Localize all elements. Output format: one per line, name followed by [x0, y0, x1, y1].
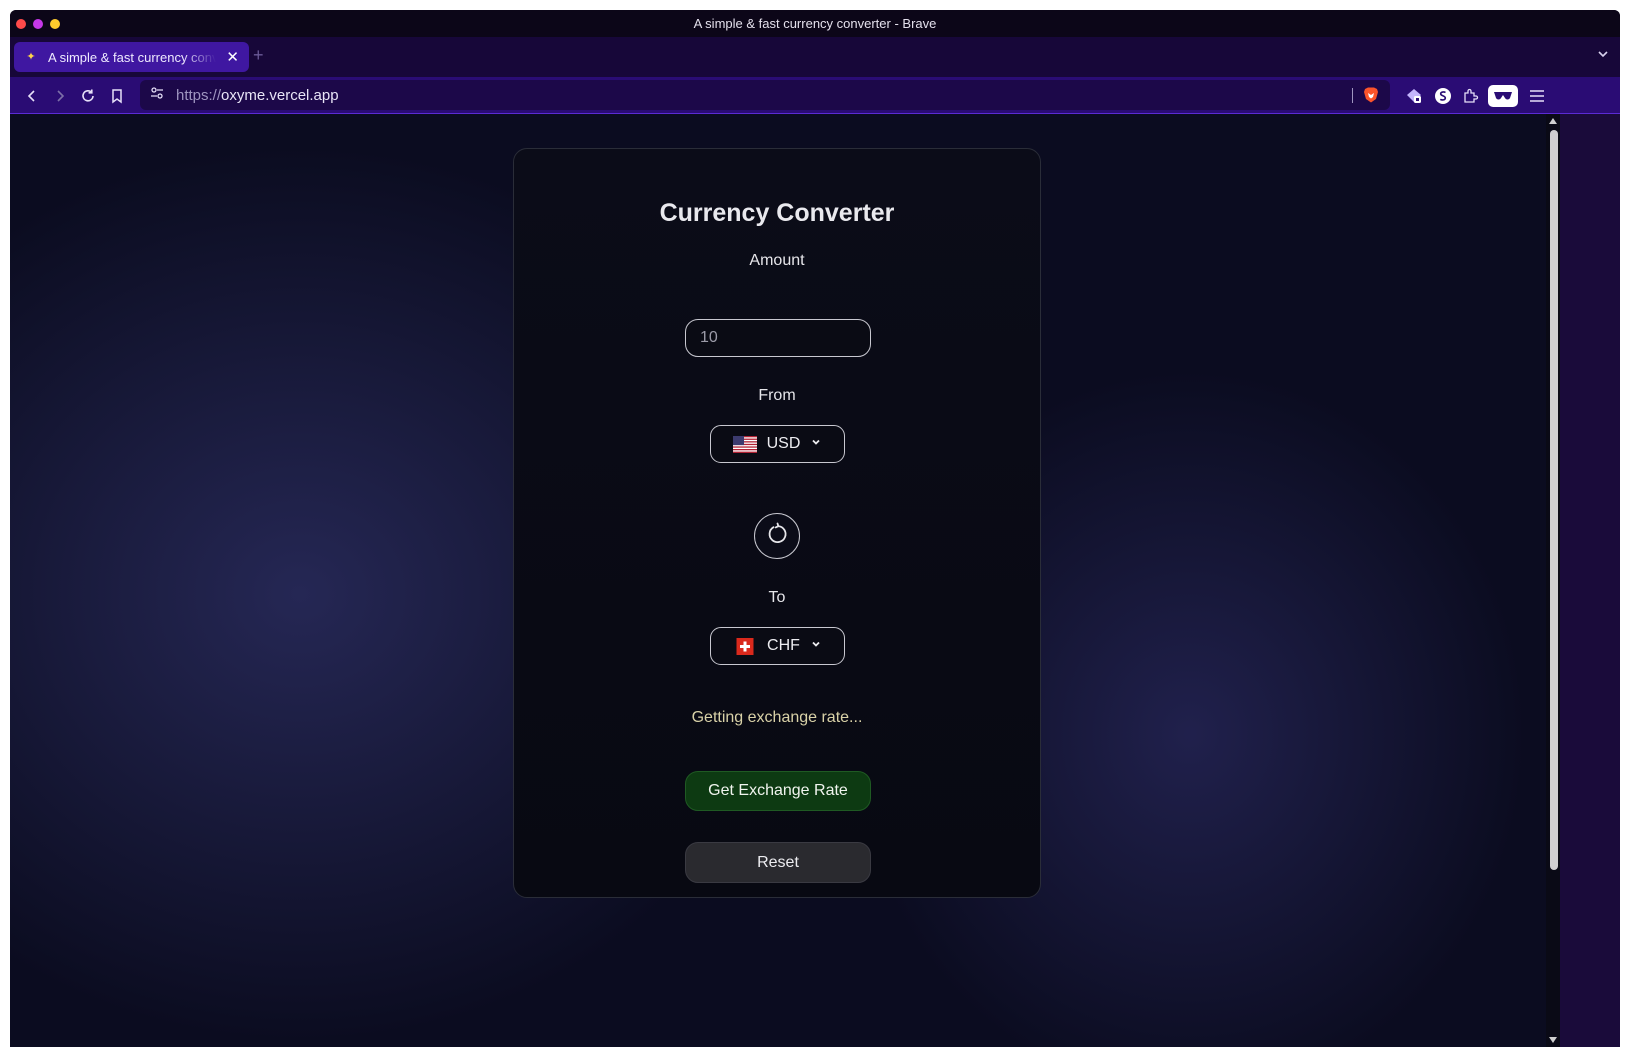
url-scheme: https:// — [176, 86, 222, 104]
vertical-scrollbar[interactable] — [1546, 114, 1560, 1047]
rotate-icon — [765, 522, 789, 551]
chevron-down-icon[interactable] — [1596, 47, 1610, 61]
to-currency-select[interactable]: CHF — [710, 627, 845, 665]
window-controls — [16, 19, 60, 29]
back-icon[interactable] — [22, 86, 42, 106]
title-bar: A simple & fast currency converter - Bra… — [10, 10, 1620, 37]
get-exchange-rate-button[interactable]: Get Exchange Rate — [685, 771, 871, 811]
tab-title: A simple & fast currency converter — [48, 49, 217, 65]
ch-flag-icon — [733, 637, 757, 655]
to-currency-code: CHF — [767, 637, 800, 654]
browser-toolbar: https://oxyme.vercel.app — [10, 77, 1620, 114]
amount-input[interactable] — [685, 319, 871, 357]
forward-icon[interactable] — [50, 86, 70, 106]
extensions-icon[interactable] — [1461, 86, 1481, 106]
scroll-down-icon[interactable] — [1549, 1037, 1557, 1043]
from-currency-code: USD — [766, 435, 801, 452]
scroll-up-icon[interactable] — [1549, 118, 1557, 124]
brave-rewards-icon[interactable] — [1404, 86, 1424, 106]
browser-window: A simple & fast currency converter - Bra… — [10, 10, 1620, 1047]
from-label: From — [758, 387, 796, 404]
sparkles-icon: ✦ — [26, 51, 36, 63]
reload-icon[interactable] — [78, 86, 98, 106]
swap-currencies-button[interactable] — [754, 513, 800, 559]
reset-button[interactable]: Reset — [685, 842, 871, 883]
window-title: A simple & fast currency converter - Bra… — [693, 16, 937, 31]
chevron-down-icon — [810, 637, 822, 655]
converter-card: Currency Converter Amount From — [513, 148, 1041, 898]
url-text: https://oxyme.vercel.app — [176, 87, 339, 104]
to-label: To — [768, 589, 786, 606]
page-title: Currency Converter — [659, 199, 895, 227]
chevron-down-icon — [810, 435, 822, 453]
tab-strip: ✦ A simple & fast currency converter ✕ + — [10, 37, 1620, 77]
new-tab-button[interactable]: + — [253, 45, 264, 66]
url-separator — [1352, 88, 1353, 103]
maximize-window-button[interactable] — [50, 19, 60, 29]
amount-label: Amount — [749, 252, 805, 269]
wallet-icon[interactable] — [1433, 86, 1453, 106]
menu-icon[interactable] — [1527, 86, 1547, 106]
vpn-icon[interactable] — [1488, 85, 1518, 107]
url-host: oxyme.vercel.app — [221, 86, 339, 104]
tab-active[interactable]: ✦ A simple & fast currency converter ✕ — [14, 42, 249, 72]
address-bar[interactable]: https://oxyme.vercel.app — [140, 80, 1390, 110]
scroll-thumb[interactable] — [1550, 130, 1558, 870]
site-settings-icon[interactable] — [150, 86, 164, 105]
us-flag-icon — [732, 435, 757, 453]
close-tab-icon[interactable]: ✕ — [226, 48, 239, 66]
minimize-window-button[interactable] — [33, 19, 43, 29]
brave-shields-icon[interactable] — [1362, 86, 1380, 104]
page-content: Currency Converter Amount From — [10, 114, 1546, 1047]
exchange-rate-status: Getting exchange rate... — [691, 709, 863, 726]
bookmark-icon[interactable] — [107, 86, 127, 106]
close-window-button[interactable] — [16, 19, 26, 29]
from-currency-select[interactable]: USD — [710, 425, 845, 463]
